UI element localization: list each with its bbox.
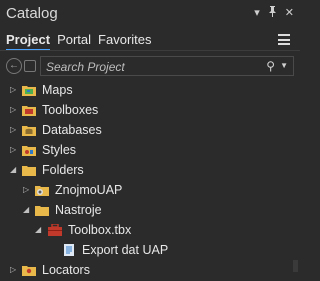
expand-arrow-icon[interactable]: ▷ [23,185,31,195]
pane-controls: ▾ ✕ [254,6,294,20]
collapse-arrow-icon[interactable]: ◢ [35,225,43,235]
map-folder-icon [22,86,36,96]
tree-item-nastroje[interactable]: ◢ Nastroje [0,201,290,221]
style-folder-icon [22,146,36,156]
pane-title: Catalog [6,5,58,22]
expand-arrow-icon[interactable]: ▷ [10,145,18,155]
search-icon[interactable]: ⚲ [266,59,275,73]
tree-item-label: Styles [42,143,77,157]
tree-item-label: ZnojmoUAP [55,183,123,197]
database-folder-icon [22,126,36,136]
catalog-view-icon[interactable] [24,60,36,72]
catalog-pane: Catalog ▾ ✕ Project Portal Favorites ← ⚲… [0,0,300,277]
tree-item-toolboxes[interactable]: ▷ Toolboxes [0,101,290,121]
back-button-icon[interactable]: ← [6,58,22,74]
menu-icon[interactable] [278,34,290,45]
tree-item-locators[interactable]: ▷ Locators [0,261,290,281]
tree-item-label: Databases [42,123,102,137]
close-icon[interactable]: ✕ [285,6,294,20]
search-box: ⚲ ▼ [40,56,294,76]
scrollbar[interactable] [293,260,298,272]
folder-connection-icon [35,186,49,196]
tree-item-label: Toolboxes [42,103,99,117]
toolbox-folder-icon [22,106,36,116]
tree-item-label: Toolbox.tbx [68,223,132,237]
tree-item-export-dat-uap[interactable]: Export dat UAP [0,241,290,261]
tab-favorites[interactable]: Favorites [98,32,151,51]
search-input[interactable] [44,58,258,76]
expand-arrow-icon[interactable]: ▷ [10,105,18,115]
folder-icon [35,206,49,216]
tree-item-label: Nastroje [55,203,102,217]
toolbox-icon [48,224,62,236]
collapse-arrow-icon[interactable]: ◢ [10,165,18,175]
expand-arrow-icon[interactable]: ▷ [10,265,18,275]
script-tool-icon [64,244,74,256]
tree-item-styles[interactable]: ▷ Styles [0,141,290,161]
tab-divider [0,50,300,51]
catalog-tabs: Project Portal Favorites [6,32,152,51]
locator-folder-icon [22,266,36,276]
pane-titlebar: Catalog ▾ ✕ [0,0,300,26]
tab-portal[interactable]: Portal [57,32,91,51]
tree-item-folders[interactable]: ◢ Folders [0,161,290,181]
search-options-chevron-icon[interactable]: ▼ [280,61,288,70]
tab-project[interactable]: Project [6,32,51,51]
expand-arrow-icon[interactable]: ▷ [10,85,18,95]
tree-item-toolbox-tbx[interactable]: ◢ Toolbox.tbx [0,221,290,241]
collapse-arrow-icon[interactable]: ◢ [23,205,31,215]
tree-item-databases[interactable]: ▷ Databases [0,121,290,141]
folder-icon [22,166,36,176]
options-dropdown-icon[interactable]: ▾ [254,6,260,20]
expand-arrow-icon[interactable]: ▷ [10,125,18,135]
auto-hide-pin-icon[interactable] [268,6,277,20]
tree-item-znojmouap[interactable]: ▷ ZnojmoUAP [0,181,290,201]
tree-item-label: Folders [42,163,84,177]
tree-item-label: Maps [42,83,73,97]
tree-item-maps[interactable]: ▷ Maps [0,81,290,101]
tree-item-label: Export dat UAP [82,243,169,257]
